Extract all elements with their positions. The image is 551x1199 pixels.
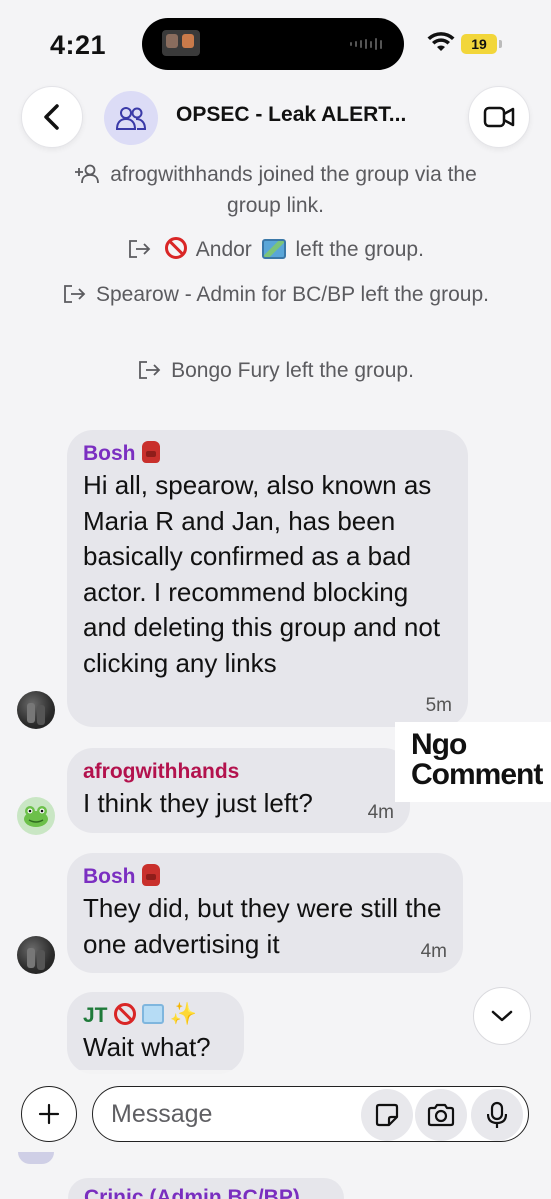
now-playing-thumbnail xyxy=(162,30,200,56)
message-text: Wait what? xyxy=(83,1032,211,1062)
message-bubble[interactable]: Crinic (Admin BC/BP) xyxy=(68,1178,344,1199)
system-message: Spearow - Admin for BC/BP left the group… xyxy=(0,279,551,310)
message-bubble[interactable]: Bosh They did, but they were still the o… xyxy=(67,853,463,973)
camera-button[interactable] xyxy=(415,1089,467,1141)
sparkles-emoji-icon: ✨ xyxy=(169,1001,197,1026)
message-timestamp: 4m xyxy=(367,802,394,823)
voice-message-button[interactable] xyxy=(471,1089,523,1141)
message-sender[interactable]: Crinic (Admin BC/BP) xyxy=(84,1186,300,1199)
message-text: Hi all, spearow, also known as Maria R a… xyxy=(83,470,441,678)
status-time: 4:21 xyxy=(50,30,107,60)
back-button[interactable] xyxy=(21,86,83,148)
sticker-icon xyxy=(375,1103,399,1127)
message-sender[interactable]: afrogwithhands xyxy=(83,758,394,786)
message-sender[interactable]: Bosh xyxy=(83,440,452,468)
battery-indicator: 19 xyxy=(461,34,502,54)
attach-button[interactable] xyxy=(21,1086,77,1142)
chat-header: OPSEC - Leak ALERT... xyxy=(0,86,551,148)
watermark-line2: Comment xyxy=(411,758,543,791)
avatar[interactable] xyxy=(17,691,55,729)
chevron-down-icon xyxy=(491,1010,513,1022)
system-message-name: Andor xyxy=(195,238,252,261)
system-message: Andor left the group. xyxy=(0,234,551,265)
avatar[interactable] xyxy=(18,1152,54,1164)
dynamic-island[interactable] xyxy=(142,18,404,70)
video-call-button[interactable] xyxy=(468,86,530,148)
microphone-icon xyxy=(487,1101,507,1128)
system-message: afrogwithhands joined the group via the … xyxy=(0,159,551,221)
avatar[interactable] xyxy=(17,797,55,835)
message-sender[interactable]: Bosh xyxy=(83,863,447,891)
person-add-icon xyxy=(75,164,100,184)
video-camera-icon xyxy=(483,106,515,128)
backpack-emoji-icon xyxy=(141,864,160,886)
message-text: I think they just left? xyxy=(83,788,313,818)
status-bar: 4:21 19 xyxy=(0,0,551,90)
chevron-left-icon xyxy=(44,104,59,130)
message-timestamp: 5m xyxy=(425,695,452,716)
leave-icon xyxy=(64,285,86,303)
message-timestamp: 4m xyxy=(420,941,447,962)
message-sender[interactable]: JT ✨ xyxy=(83,1002,228,1030)
avatar[interactable] xyxy=(17,936,55,974)
prohibited-emoji-icon xyxy=(113,1003,136,1025)
message-input[interactable]: Message xyxy=(92,1086,529,1142)
system-message-text: Bongo Fury left the group. xyxy=(171,359,414,382)
world-map-emoji-icon xyxy=(261,239,286,259)
frog-emoji-icon xyxy=(24,806,48,827)
leave-icon xyxy=(129,240,151,258)
system-message-text: Spearow - Admin for BC/BP left the group… xyxy=(96,283,489,306)
message-text: They did, but they were still the one ad… xyxy=(83,893,442,959)
message-bubble[interactable]: Bosh Hi all, spearow, also known as Mari… xyxy=(67,430,468,727)
wifi-icon xyxy=(427,32,455,51)
plus-icon xyxy=(38,1103,60,1125)
audio-waveform-icon xyxy=(350,38,382,50)
watermark-logo: Ngo Comment xyxy=(395,722,551,802)
chat-title[interactable]: OPSEC - Leak ALERT... xyxy=(176,103,406,127)
prohibited-emoji-icon xyxy=(165,237,188,259)
scroll-to-bottom-button[interactable] xyxy=(473,987,531,1045)
watermark-line1: Ngo xyxy=(411,728,467,761)
group-icon xyxy=(115,107,147,130)
system-message-text: left the group. xyxy=(295,238,424,261)
system-message-text: afrogwithhands joined the group via the … xyxy=(110,163,477,217)
leave-icon xyxy=(139,361,161,379)
group-avatar[interactable] xyxy=(104,91,158,145)
backpack-emoji-icon xyxy=(141,441,160,463)
camera-icon xyxy=(427,1103,455,1127)
ice-cube-emoji-icon xyxy=(141,1004,164,1024)
message-input-placeholder: Message xyxy=(111,1100,213,1128)
sticker-button[interactable] xyxy=(361,1089,413,1141)
system-message: Bongo Fury left the group. xyxy=(0,355,551,386)
message-bubble[interactable]: afrogwithhands I think they just left? 4… xyxy=(67,748,410,833)
message-bubble[interactable]: JT ✨ Wait what? xyxy=(67,992,244,1074)
